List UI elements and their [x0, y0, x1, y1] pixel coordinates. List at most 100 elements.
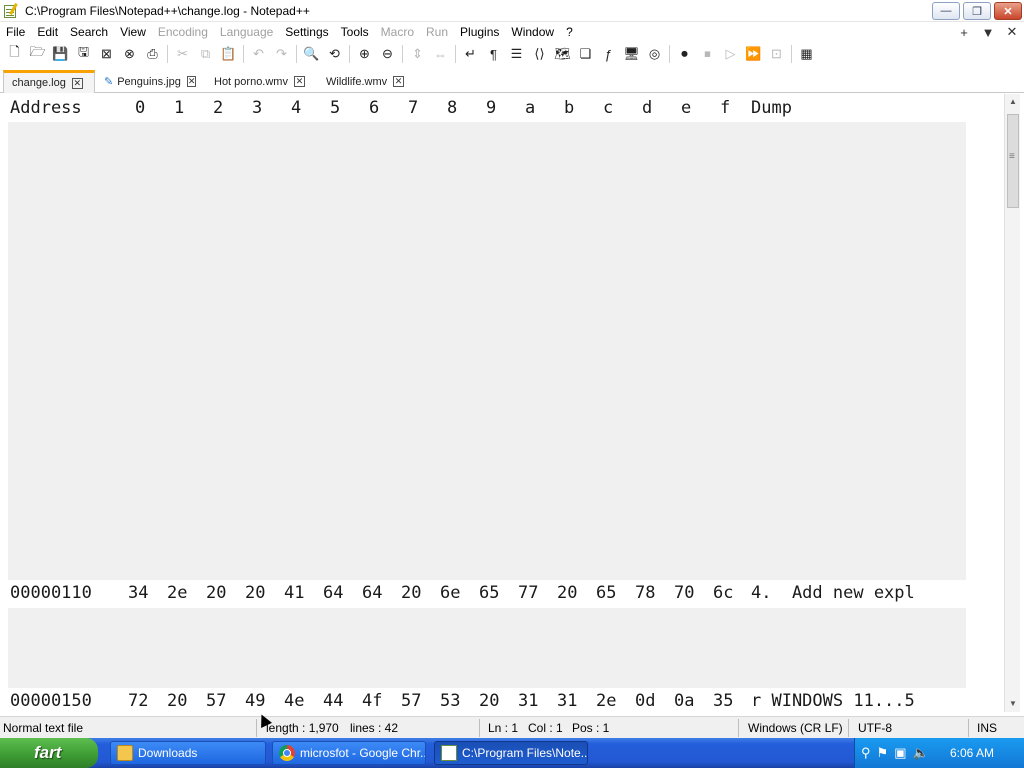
- hex-byte[interactable]: 65: [479, 583, 499, 603]
- hex-byte[interactable]: 70: [674, 583, 694, 603]
- clock[interactable]: 6:06 AM: [950, 746, 994, 760]
- hex-row[interactable]: 00000150 72 20 57 49 4e 44 4f 57 53 20 3…: [8, 688, 966, 712]
- menu-help[interactable]: ?: [560, 22, 579, 42]
- hex-byte[interactable]: 49: [245, 691, 265, 711]
- hex-byte[interactable]: 31: [518, 691, 538, 711]
- menu-edit[interactable]: Edit: [31, 22, 64, 42]
- hex-byte[interactable]: 4f: [362, 691, 382, 711]
- redo-icon[interactable]: ↷: [270, 43, 293, 65]
- new-tab-button[interactable]: +: [952, 25, 976, 40]
- print-icon[interactable]: ⎙: [141, 43, 164, 65]
- eol-status[interactable]: Windows (CR LF): [748, 721, 843, 735]
- hex-byte[interactable]: 2e: [167, 583, 187, 603]
- hex-byte[interactable]: 57: [401, 691, 421, 711]
- taskbar-notepad-plus-plus[interactable]: C:\Program Files\Note...: [434, 741, 588, 765]
- tab-close-icon[interactable]: ✕: [71, 77, 83, 89]
- close-button[interactable]: ✕: [994, 2, 1022, 20]
- taskbar-downloads[interactable]: Downloads: [110, 741, 266, 765]
- encoding-status[interactable]: UTF-8: [858, 721, 892, 735]
- paste-icon[interactable]: 📋: [217, 43, 240, 65]
- zoom-out-icon[interactable]: ⊖: [376, 43, 399, 65]
- restore-button[interactable]: ❐: [963, 2, 991, 20]
- hex-byte[interactable]: 35: [713, 691, 733, 711]
- menu-tools[interactable]: Tools: [335, 22, 375, 42]
- hex-byte[interactable]: 0a: [674, 691, 694, 711]
- function-list-icon[interactable]: ƒ: [597, 43, 620, 65]
- hex-byte[interactable]: 20: [167, 691, 187, 711]
- sync-horizontal-icon[interactable]: ⇔: [429, 43, 452, 65]
- menu-plugins[interactable]: Plugins: [454, 22, 505, 42]
- minimize-button[interactable]: —: [932, 2, 960, 20]
- hex-byte[interactable]: 0d: [635, 691, 655, 711]
- copy-icon[interactable]: ⧉: [194, 43, 217, 65]
- network-icon[interactable]: ▣: [894, 745, 906, 761]
- start-button[interactable]: fart: [0, 738, 98, 768]
- hex-byte[interactable]: 41: [284, 583, 304, 603]
- hex-body[interactable]: [8, 122, 966, 712]
- word-wrap-icon[interactable]: ↵: [459, 43, 482, 65]
- menu-settings[interactable]: Settings: [279, 22, 334, 42]
- document-list-icon[interactable]: ❏: [574, 43, 597, 65]
- hex-byte[interactable]: 6c: [713, 583, 733, 603]
- find-icon[interactable]: 🔍: [300, 43, 323, 65]
- hex-byte[interactable]: 78: [635, 583, 655, 603]
- hex-editor-icon[interactable]: ▦: [795, 43, 818, 65]
- tab-hot-porno-wmv[interactable]: Hot porno.wmv ✕: [206, 70, 310, 93]
- sync-vertical-icon[interactable]: ⇕: [406, 43, 429, 65]
- hex-byte[interactable]: 20: [557, 583, 577, 603]
- menu-view[interactable]: View: [114, 22, 152, 42]
- search-icon[interactable]: ⚲: [861, 745, 871, 761]
- stop-macro-icon[interactable]: ⏹: [696, 43, 719, 65]
- hex-byte[interactable]: 2e: [596, 691, 616, 711]
- hex-byte[interactable]: 6e: [440, 583, 460, 603]
- document-map-icon[interactable]: 🗺: [551, 43, 574, 65]
- hex-byte[interactable]: 72: [128, 691, 148, 711]
- scrollbar-thumb[interactable]: [1007, 114, 1019, 208]
- menu-search[interactable]: Search: [64, 22, 114, 42]
- dump-text[interactable]: r WINDOWS 11...5: [751, 691, 915, 711]
- insert-mode-status[interactable]: INS: [977, 721, 997, 735]
- volume-icon[interactable]: 🔈: [912, 745, 928, 761]
- tab-close-icon[interactable]: ✕: [393, 76, 404, 87]
- hex-byte[interactable]: 77: [518, 583, 538, 603]
- play-macro-icon[interactable]: ▷: [719, 43, 742, 65]
- zoom-in-icon[interactable]: ⊕: [353, 43, 376, 65]
- hex-byte[interactable]: 4e: [284, 691, 304, 711]
- hex-byte[interactable]: 20: [401, 583, 421, 603]
- menu-window[interactable]: Window: [505, 22, 560, 42]
- close-all-icon[interactable]: ⊗: [118, 43, 141, 65]
- close-document-button[interactable]: ✕: [1000, 24, 1024, 40]
- hex-view[interactable]: Address 0 1 2 3 4 5 6 7 8 9 a b c d e f …: [8, 94, 966, 712]
- hex-byte[interactable]: 34: [128, 583, 148, 603]
- undo-icon[interactable]: ↶: [247, 43, 270, 65]
- open-folder-icon[interactable]: 🗁: [26, 43, 49, 65]
- taskbar-google-chrome[interactable]: microsfot - Google Chr...: [272, 741, 426, 765]
- record-macro-icon[interactable]: ⏺: [673, 43, 696, 65]
- new-file-icon[interactable]: 🗋: [3, 43, 26, 65]
- close-file-icon[interactable]: ⊠: [95, 43, 118, 65]
- hex-byte[interactable]: 57: [206, 691, 226, 711]
- hex-byte[interactable]: 65: [596, 583, 616, 603]
- hex-byte[interactable]: 53: [440, 691, 460, 711]
- run-macro-multiple-icon[interactable]: ⏩: [742, 43, 765, 65]
- tab-penguins-jpg[interactable]: ✎ Penguins.jpg ✕: [96, 70, 197, 93]
- replace-icon[interactable]: ⟲: [323, 43, 346, 65]
- menu-language[interactable]: Language: [214, 22, 279, 42]
- hex-byte[interactable]: 20: [206, 583, 226, 603]
- tab-list-dropdown[interactable]: ▼: [976, 25, 1000, 40]
- menu-file[interactable]: File: [0, 22, 31, 42]
- hex-row[interactable]: 00000110 34 2e 20 20 41 64 64 20 6e 65 7…: [8, 580, 966, 608]
- indent-guide-icon[interactable]: ☰: [505, 43, 528, 65]
- save-macro-icon[interactable]: ⊡: [765, 43, 788, 65]
- flag-icon[interactable]: ⚑: [877, 745, 889, 761]
- scroll-down-icon[interactable]: ▼: [1005, 696, 1021, 712]
- show-all-characters-icon[interactable]: ¶: [482, 43, 505, 65]
- dump-text[interactable]: 4. Add new expl: [751, 583, 915, 603]
- vertical-scrollbar[interactable]: ▲ ▼: [1004, 94, 1020, 712]
- save-all-icon[interactable]: 🖫: [72, 43, 95, 65]
- hex-byte[interactable]: 31: [557, 691, 577, 711]
- hex-byte[interactable]: 64: [362, 583, 382, 603]
- scroll-up-icon[interactable]: ▲: [1005, 94, 1021, 110]
- menu-encoding[interactable]: Encoding: [152, 22, 214, 42]
- hex-editor[interactable]: Address 0 1 2 3 4 5 6 7 8 9 a b c d e f …: [0, 94, 1024, 712]
